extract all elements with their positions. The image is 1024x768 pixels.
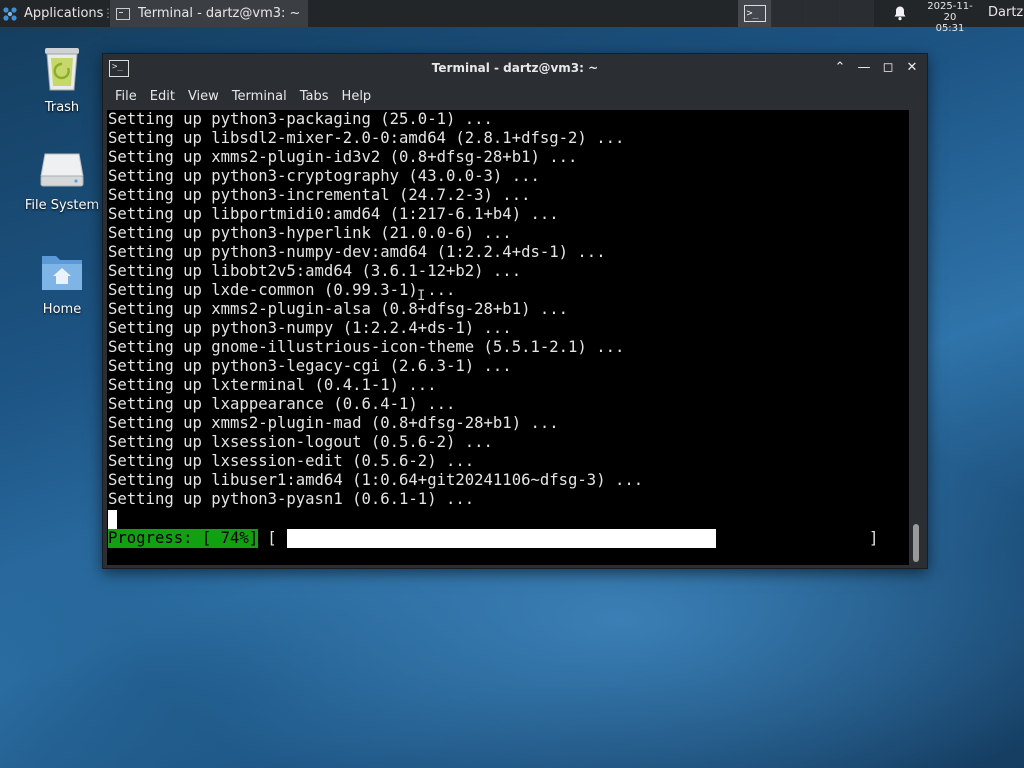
minimize-button[interactable]: — [857, 60, 871, 76]
window-title: Terminal - dartz@vm3: ~ [431, 61, 599, 75]
menu-terminal[interactable]: Terminal [232, 84, 287, 108]
scrollbar-thumb[interactable] [913, 524, 919, 562]
terminal-window: >_ Terminal - dartz@vm3: ~ ⌃ — ◻ ✕ File … [102, 53, 928, 569]
terminal-line: Setting up lxsession-logout (0.5.6-2) ..… [108, 433, 493, 451]
home-folder-icon [42, 256, 82, 290]
top-panel: Applications ⋮ Terminal - dartz@vm3: ~ >… [0, 0, 1024, 34]
terminal-line: Setting up python3-packaging (25.0-1) ..… [108, 110, 493, 128]
desktop-icon-label: File System [24, 198, 100, 213]
terminal-scrollbar[interactable] [909, 110, 923, 565]
terminal-output[interactable]: Setting up python3-packaging (25.0-1) ..… [107, 110, 909, 565]
drive-icon [40, 153, 84, 187]
notification-bell-icon[interactable] [892, 5, 908, 21]
user-menu[interactable]: Dartz [988, 5, 1023, 20]
close-button[interactable]: ✕ [905, 60, 919, 76]
desktop-icon-file-system[interactable]: File System [17, 148, 107, 213]
menu-view[interactable]: View [188, 84, 219, 108]
clock-date: 2025-11-20 [927, 1, 973, 23]
workspace-2[interactable] [772, 0, 806, 27]
workspace-1[interactable]: >_ [738, 0, 772, 27]
workspace-3[interactable] [806, 0, 840, 27]
desktop-icon-label: Trash [44, 100, 80, 115]
progress-bar-fill [287, 529, 716, 548]
desktop-icon-home[interactable]: Home [17, 250, 107, 317]
terminal-line: Setting up python3-hyperlink (21.0.0-6) … [108, 224, 512, 242]
menu-edit[interactable]: Edit [150, 84, 175, 108]
window-titlebar[interactable]: >_ Terminal - dartz@vm3: ~ ⌃ — ◻ ✕ [103, 54, 927, 84]
terminal-icon [116, 7, 130, 20]
terminal-line: Setting up lxsession-edit (0.5.6-2) ... [108, 452, 475, 470]
progress-bar-track: ] [108, 529, 888, 548]
trash-icon [45, 48, 79, 91]
terminal-line: Setting up python3-pyasn1 (0.6.1-1) ... [108, 490, 475, 508]
workspace-switcher: >_ [738, 0, 874, 27]
terminal-line: Setting up xmms2-plugin-mad (0.8+dfsg-28… [108, 414, 559, 432]
applications-label: Applications [24, 6, 104, 21]
terminal-window-icon: >_ [743, 5, 766, 22]
terminal-line: Setting up lxterminal (0.4.1-1) ... [108, 376, 437, 394]
applications-menu-button[interactable]: Applications [2, 0, 103, 27]
terminal-line: Setting up xmms2-plugin-alsa (0.8+dfsg-2… [108, 300, 569, 318]
terminal-line: Setting up lxappearance (0.6.4-1) ... [108, 395, 456, 413]
terminal-line: Setting up xmms2-plugin-id3v2 (0.8+dfsg-… [108, 148, 578, 166]
progress-bracket-close: ] [869, 529, 879, 547]
taskbar-item-label: Terminal - dartz@vm3: ~ [138, 6, 301, 21]
taskbar-item-terminal[interactable]: Terminal - dartz@vm3: ~ [110, 0, 308, 27]
terminal-lines: Setting up python3-packaging (25.0-1) ..… [108, 110, 643, 509]
mouse-ibeam-cursor: I [417, 288, 426, 304]
applications-icon [3, 6, 17, 21]
menu-bar: File Edit View Terminal Tabs Help [103, 84, 927, 108]
shade-button[interactable]: ⌃ [833, 60, 847, 76]
terminal-line: Setting up gnome-illustrious-icon-theme … [108, 338, 625, 356]
terminal-line: Setting up python3-cryptography (43.0.0-… [108, 167, 540, 185]
clock[interactable]: 2025-11-20 05:31 [922, 1, 978, 34]
terminal-line: Setting up libportmidi0:amd64 (1:217-6.1… [108, 205, 559, 223]
terminal-line: Setting up lxde-common (0.99.3-1) ... [108, 281, 456, 299]
terminal-line: Setting up libuser1:amd64 (1:0.64+git202… [108, 471, 644, 489]
desktop-icon-trash[interactable]: Trash [17, 44, 107, 115]
terminal-line: Setting up python3-incremental (24.7.2-3… [108, 186, 531, 204]
text-cursor [108, 510, 117, 529]
clock-time: 05:31 [935, 23, 965, 34]
maximize-button[interactable]: ◻ [881, 60, 895, 76]
terminal-line: Setting up python3-legacy-cgi (2.6.3-1) … [108, 357, 512, 375]
desktop-icon-label: Home [42, 302, 82, 317]
terminal-line: Setting up libsdl2-mixer-2.0-0:amd64 (2.… [108, 129, 625, 147]
menu-file[interactable]: File [115, 84, 137, 108]
workspace-4[interactable] [840, 0, 874, 27]
terminal-line: Setting up python3-numpy (1:2.2.4+ds-1) … [108, 319, 512, 337]
terminal-line: Setting up libobt2v5:amd64 (3.6.1-12+b2)… [108, 262, 522, 280]
menu-help[interactable]: Help [342, 84, 372, 108]
terminal-line: Setting up python3-numpy-dev:amd64 (1:2.… [108, 243, 606, 261]
menu-tabs[interactable]: Tabs [300, 84, 329, 108]
